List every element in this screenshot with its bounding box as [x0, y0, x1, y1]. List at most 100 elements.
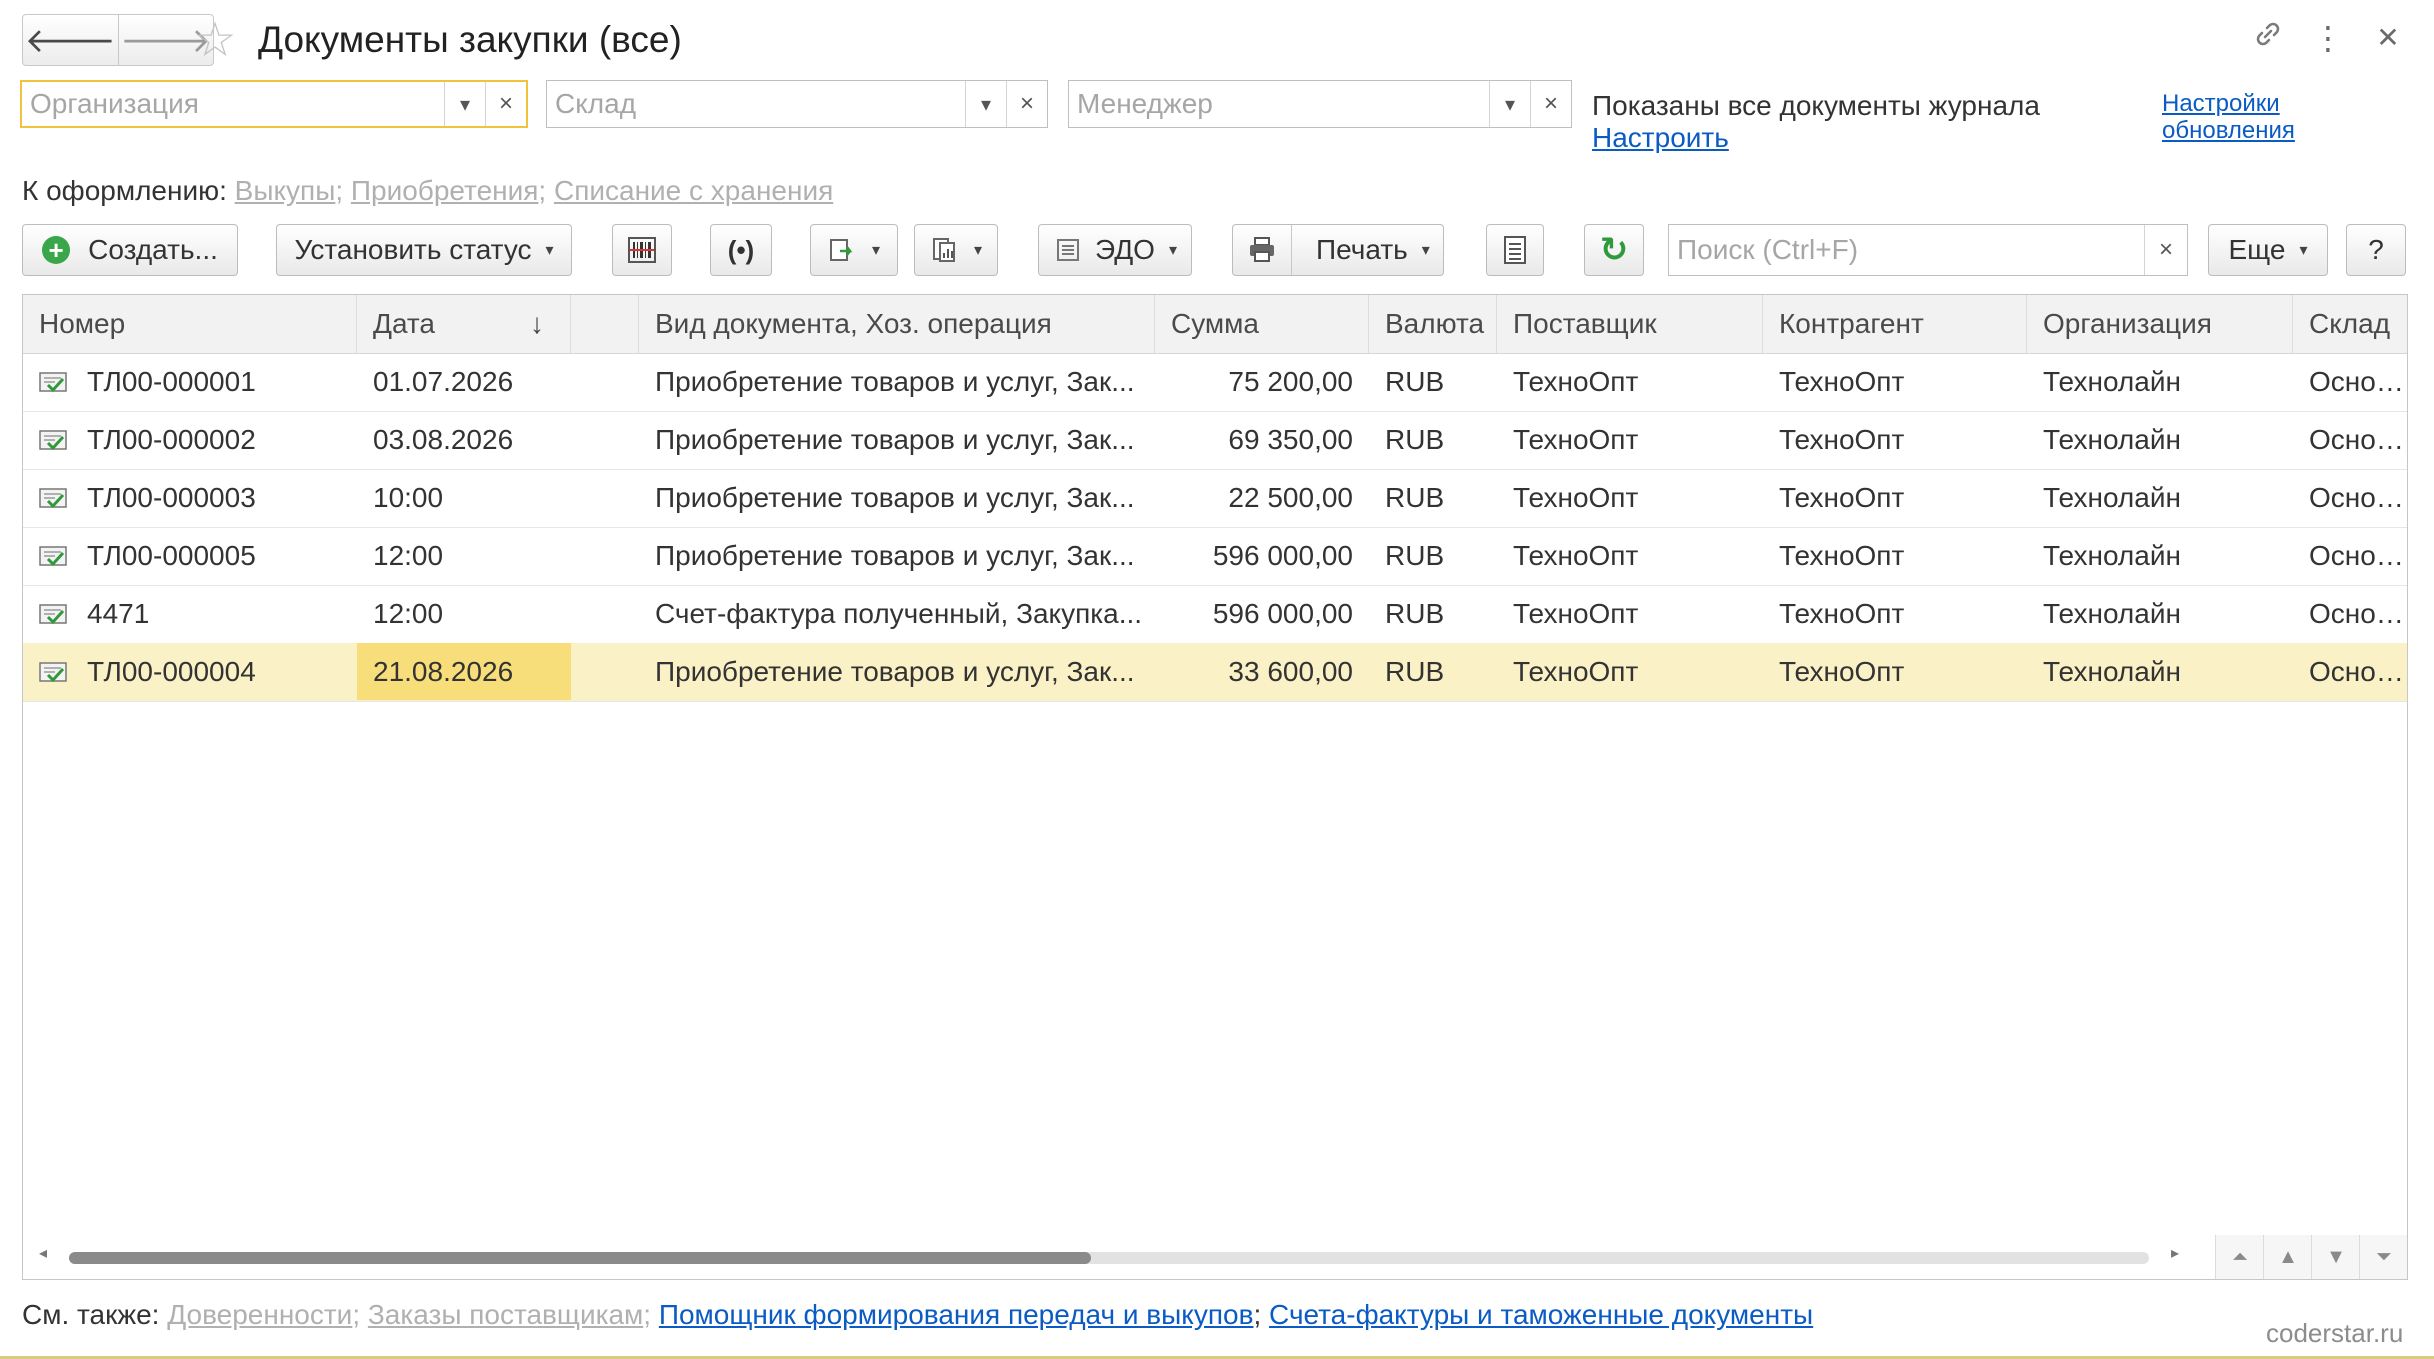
help-button[interactable]: ?: [2346, 224, 2406, 276]
cell-doc-type: Счет-фактура полученный, Закупка...: [655, 598, 1143, 629]
exchange-button[interactable]: (•): [710, 224, 772, 276]
scroll-down-button[interactable]: ▼: [2311, 1235, 2360, 1279]
more-vertical-icon[interactable]: ⋮: [2308, 18, 2348, 58]
list-view-button[interactable]: [1486, 224, 1544, 276]
chevron-down-icon: ▾: [1421, 242, 1430, 259]
table-row[interactable]: ТЛ00-000005 12:00 Приобретение товаров и у…: [23, 527, 2407, 586]
link-invoices-customs[interactable]: Счета-фактуры и таможенные документы: [1269, 1299, 1813, 1330]
create-based-on-button[interactable]: ▾: [810, 224, 898, 276]
cell-counterparty: ТехноОпт: [1779, 424, 1905, 455]
col-supplier[interactable]: Поставщик: [1497, 295, 1763, 353]
create-button[interactable]: + Создать...: [22, 224, 238, 276]
to-process-label: К оформлению:: [22, 175, 227, 206]
see-also-bar: См. также: Доверенности; Заказы поставщи…: [22, 1299, 1814, 1330]
col-sum[interactable]: Сумма: [1155, 295, 1369, 353]
scroll-thumb[interactable]: [69, 1252, 1091, 1264]
set-status-button[interactable]: Установить статус ▾: [276, 224, 572, 276]
configure-link[interactable]: Настроить: [1592, 122, 2040, 154]
more-button[interactable]: Еще ▾: [2208, 224, 2328, 276]
update-settings-line2[interactable]: обновления: [2162, 117, 2312, 144]
chevron-down-icon[interactable]: ▾: [1489, 81, 1530, 127]
clear-icon[interactable]: ×: [485, 82, 526, 126]
clear-icon[interactable]: ×: [1530, 81, 1571, 127]
clear-icon[interactable]: ×: [1006, 81, 1047, 127]
warehouse-field[interactable]: ▾ ×: [546, 80, 1048, 128]
link-storage-writeoff[interactable]: Списание с хранения: [554, 175, 833, 206]
refresh-button[interactable]: ↻: [1584, 224, 1644, 276]
broadcast-icon: (•): [727, 234, 755, 265]
cell-sum: 596 000,00: [1212, 598, 1353, 629]
chevron-down-icon: ▾: [545, 242, 554, 259]
star-icon[interactable]: ☆: [190, 16, 240, 66]
scroll-last-button[interactable]: ⏷: [2359, 1235, 2407, 1279]
col-doc-type[interactable]: Вид документа, Хоз. операция: [639, 295, 1155, 353]
search-input[interactable]: [1669, 225, 2144, 275]
set-status-label: Установить статус: [294, 234, 532, 265]
back-button[interactable]: 🡐: [23, 15, 118, 65]
cell-sum: 75 200,00: [1228, 366, 1353, 397]
table-row[interactable]: 4471 12:00 Счет-фактура полученный, Закупк…: [23, 585, 2407, 644]
cell-organization: Технолайн: [2043, 424, 2181, 455]
help-label: ?: [2368, 234, 2384, 265]
cell-counterparty: ТехноОпт: [1779, 540, 1905, 571]
table-row[interactable]: ТЛ00-000004 21.08.2026 Приобретение товаро…: [23, 643, 2407, 702]
chevron-down-icon[interactable]: ▾: [965, 81, 1006, 127]
table-row[interactable]: ТЛ00-000002 03.08.2026 Приобретение товаро…: [23, 411, 2407, 470]
cell-counterparty: ТехноОпт: [1779, 656, 1905, 687]
scroll-first-button[interactable]: ⏶: [2215, 1235, 2264, 1279]
scroll-left-icon[interactable]: ◂: [39, 1243, 47, 1263]
reports-button[interactable]: ▾: [914, 224, 998, 276]
journal-info: Показаны все документы журнала Настроить: [1592, 90, 2040, 154]
scroll-right-icon[interactable]: ▸: [2171, 1243, 2179, 1263]
cell-supplier: ТехноОпт: [1513, 424, 1639, 455]
cell-doc-type: Приобретение товаров и услуг, Зак...: [655, 656, 1135, 687]
cell-number: ТЛ00-000002: [87, 424, 256, 455]
col-counterparty[interactable]: Контрагент: [1763, 295, 2027, 353]
warehouse-input[interactable]: [547, 81, 965, 127]
col-number[interactable]: Номер: [23, 295, 357, 353]
link-icon[interactable]: [2248, 18, 2288, 59]
link-supplier-orders[interactable]: Заказы поставщикам: [368, 1299, 643, 1330]
organization-input[interactable]: [22, 82, 444, 126]
col-organization[interactable]: Организация: [2027, 295, 2293, 353]
edo-icon: [1057, 239, 1080, 261]
edo-button[interactable]: ЭДО ▾: [1038, 224, 1192, 276]
clear-icon[interactable]: ×: [2144, 225, 2187, 275]
barcode-scan-button[interactable]: [612, 224, 672, 276]
cell-supplier: ТехноОпт: [1513, 540, 1639, 571]
close-icon[interactable]: ✕: [2368, 18, 2408, 58]
cell-date: 01.07.2026: [373, 366, 514, 397]
cell-counterparty: ТехноОпт: [1779, 482, 1905, 513]
cell-sum: 22 500,00: [1228, 482, 1353, 513]
organization-field[interactable]: ▾ ×: [20, 80, 528, 128]
col-currency[interactable]: Валюта: [1369, 295, 1497, 353]
link-buyouts[interactable]: Выкупы: [235, 175, 336, 206]
update-settings-link[interactable]: Настройки обновления: [2162, 90, 2312, 144]
chevron-down-icon: ▾: [2299, 242, 2308, 259]
table-row[interactable]: ТЛ00-000001 01.07.2026 Приобретение товаро…: [23, 353, 2407, 412]
horizontal-scrollbar[interactable]: ◂ ▸: [25, 1241, 2179, 1269]
info-text: Показаны все документы журнала: [1592, 90, 2040, 121]
table-row[interactable]: ТЛ00-000003 10:00 Приобретение товаров и у…: [23, 469, 2407, 528]
update-settings-line1[interactable]: Настройки: [2162, 90, 2312, 117]
cell-date: 10:00: [373, 482, 444, 513]
col-date[interactable]: Дата ↓: [357, 295, 571, 353]
watermark: coderstar.ru: [2266, 1318, 2404, 1348]
manager-input[interactable]: [1069, 81, 1489, 127]
search-field[interactable]: ×: [1668, 224, 2188, 276]
link-acquisitions[interactable]: Приобретения: [351, 175, 539, 206]
cell-supplier: ТехноОпт: [1513, 598, 1639, 629]
cell-organization: Технолайн: [2043, 366, 2181, 397]
cell-doc-type: Приобретение товаров и услуг, Зак...: [655, 482, 1135, 513]
print-button[interactable]: Печать ▾: [1232, 224, 1444, 276]
cell-sum: 33 600,00: [1228, 656, 1353, 687]
cell-organization: Технолайн: [2043, 598, 2181, 629]
col-warehouse[interactable]: Склад: [2293, 295, 2407, 353]
link-powers-of-attorney[interactable]: Доверенности: [167, 1299, 352, 1330]
manager-field[interactable]: ▾ ×: [1068, 80, 1572, 128]
chevron-down-icon[interactable]: ▾: [444, 82, 485, 126]
cell-doc-type: Приобретение товаров и услуг, Зак...: [655, 424, 1135, 455]
scroll-up-button[interactable]: ▲: [2263, 1235, 2312, 1279]
documents-table: Номер Дата ↓ Вид документа, Хоз. операци…: [22, 294, 2408, 1280]
link-transfer-assistant[interactable]: Помощник формирования передач и выкупов: [659, 1299, 1254, 1330]
